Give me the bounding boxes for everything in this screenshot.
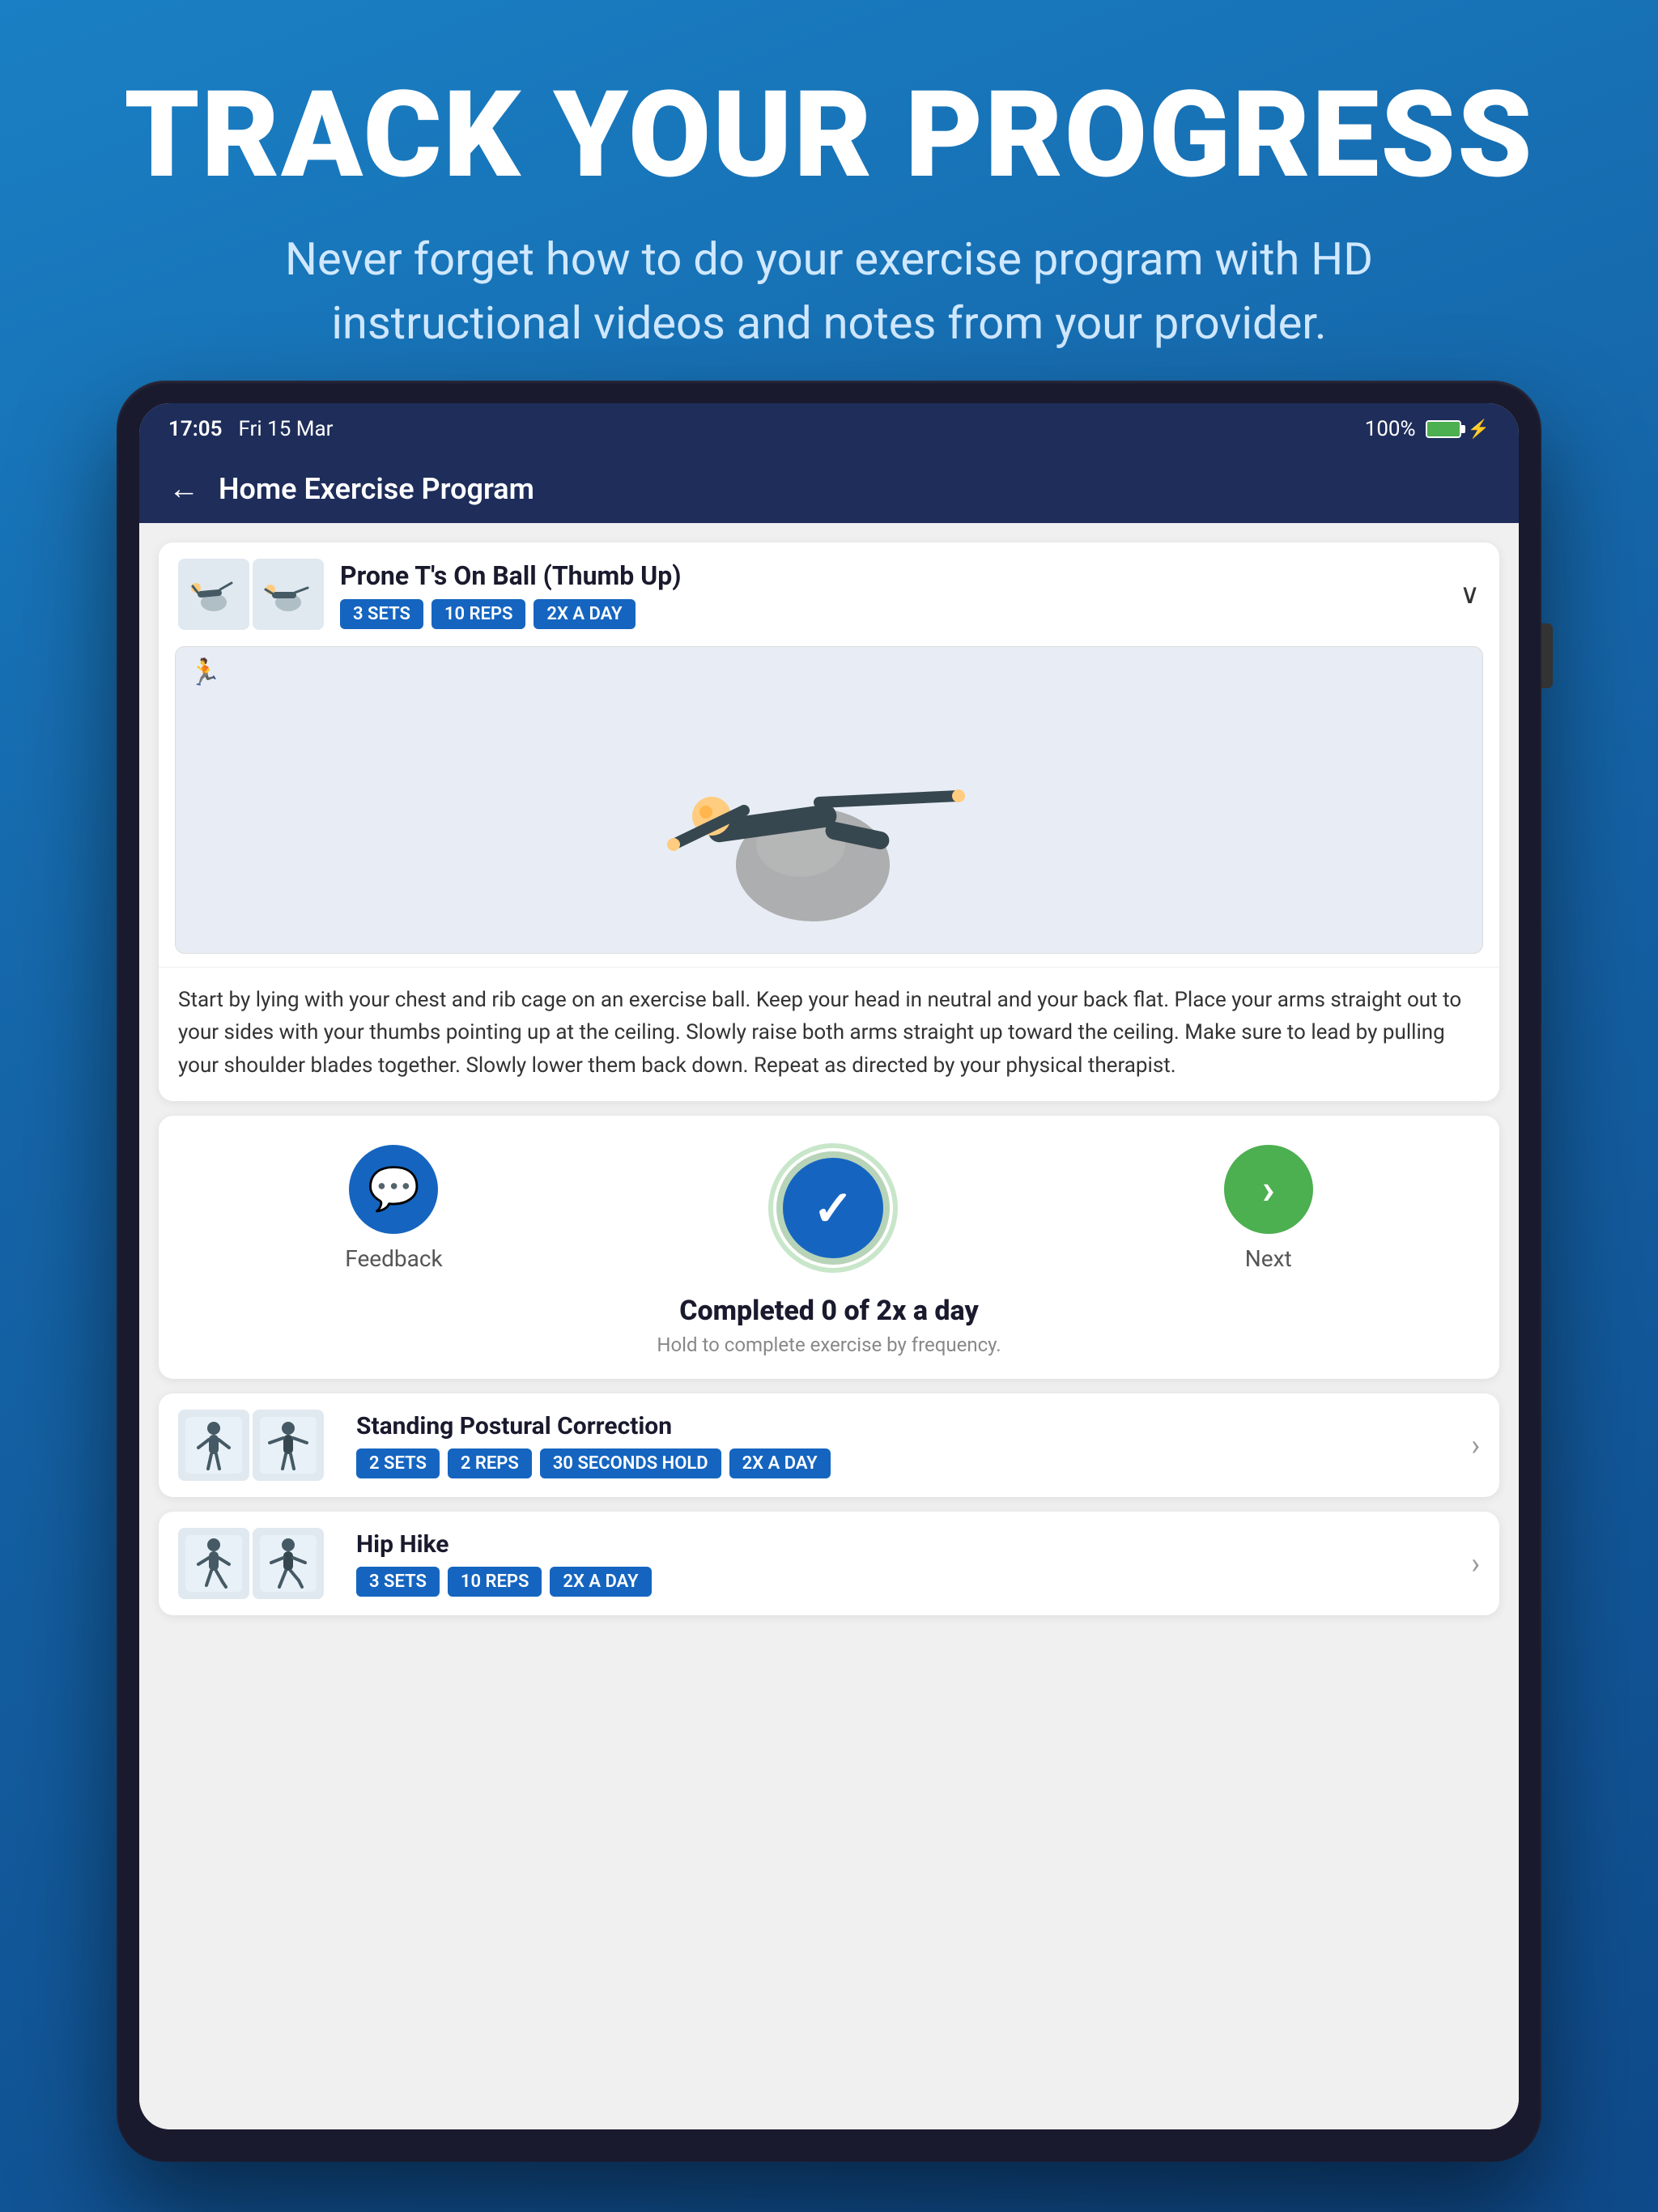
tag-sets-1: 2 SETS <box>356 1448 440 1478</box>
exercise-figure-1-icon <box>189 570 238 619</box>
checkmark-icon: ✓ <box>813 1180 853 1237</box>
action-row: 💬 Feedback ✓ <box>159 1116 1499 1379</box>
tag-frequency: 2X A DAY <box>534 599 635 629</box>
hip-hike-figure-2-icon <box>260 1535 317 1592</box>
list-thumb-2b <box>253 1528 324 1599</box>
list-item-thumbnails-1 <box>178 1410 324 1481</box>
next-button[interactable]: › Next <box>1224 1145 1313 1272</box>
list-thumb-1b <box>253 1410 324 1481</box>
exercise-description: Start by lying with your chest and rib c… <box>159 967 1499 1101</box>
next-icon-circle: › <box>1224 1145 1313 1234</box>
status-bar: 17:05 Fri 15 Mar 100% ⚡ <box>139 403 1519 455</box>
next-label: Next <box>1245 1245 1292 1272</box>
tag-freq-1: 2X A DAY <box>729 1448 831 1478</box>
status-date: Fri 15 Mar <box>239 417 334 441</box>
exercise-header[interactable]: Prone T's On Ball (Thumb Up) 3 SETS 10 R… <box>159 542 1499 646</box>
status-right: 100% ⚡ <box>1365 417 1490 441</box>
page-title: TRACK YOUR PROGRESS <box>0 73 1658 198</box>
tag-sets: 3 SETS <box>340 599 423 629</box>
tablet-screen: 17:05 Fri 15 Mar 100% ⚡ <box>139 403 1519 2129</box>
back-button[interactable]: ← <box>168 471 199 507</box>
feedback-button[interactable]: 💬 Feedback <box>345 1145 442 1272</box>
exercise-figure-2-icon <box>264 570 312 619</box>
standing-figure-1-icon <box>185 1417 242 1474</box>
battery-body <box>1426 420 1461 438</box>
tablet-shell: 17:05 Fri 15 Mar 100% ⚡ <box>117 381 1541 2162</box>
tag-sets-2: 3 SETS <box>356 1567 440 1597</box>
watermark-icon: 🏃 <box>189 657 221 687</box>
charging-icon: ⚡ <box>1468 419 1490 440</box>
list-item-chevron-1: › <box>1471 1428 1480 1462</box>
hip-hike-figure-1-icon <box>185 1535 242 1592</box>
list-item-info-2: Hip Hike 3 SETS 10 REPS 2X A DAY <box>356 1530 1471 1597</box>
list-item-name-1: Standing Postural Correction <box>356 1412 1471 1440</box>
chat-icon: 💬 <box>368 1164 420 1214</box>
exercise-name: Prone T's On Ball (Thumb Up) <box>340 560 1447 591</box>
list-item-tags-2: 3 SETS 10 REPS 2X A DAY <box>356 1567 1471 1597</box>
battery-tip <box>1461 425 1465 433</box>
battery-text: 100% <box>1365 417 1416 441</box>
list-thumb-2a <box>178 1528 249 1599</box>
exercise-list-item-2[interactable]: Hip Hike 3 SETS 10 REPS 2X A DAY › <box>159 1512 1499 1615</box>
exercise-animation <box>619 674 1039 925</box>
nav-bar: ← Home Exercise Program <box>139 455 1519 523</box>
tag-reps-2: 10 REPS <box>448 1567 542 1597</box>
feedback-label: Feedback <box>345 1245 442 1272</box>
exercise-thumb-1 <box>178 559 249 630</box>
list-item-chevron-2: › <box>1471 1546 1480 1580</box>
action-buttons: 💬 Feedback ✓ <box>178 1145 1480 1272</box>
chevron-down-icon: ∨ <box>1460 578 1480 610</box>
exercise-thumbnails <box>178 559 324 630</box>
list-item-name-2: Hip Hike <box>356 1530 1471 1559</box>
page-subtitle: Never forget how to do your exercise pro… <box>0 228 1658 355</box>
list-item-tags-1: 2 SETS 2 REPS 30 SECONDS HOLD 2X A DAY <box>356 1448 1471 1478</box>
exercise-info: Prone T's On Ball (Thumb Up) 3 SETS 10 R… <box>340 560 1447 629</box>
hold-text: Hold to complete exercise by frequency. <box>657 1334 1001 1356</box>
list-item-thumbnails-2 <box>178 1528 324 1599</box>
complete-circle: ✓ <box>776 1151 890 1265</box>
exercise-tags: 3 SETS 10 REPS 2X A DAY <box>340 599 1447 629</box>
exercise-thumb-2 <box>253 559 324 630</box>
tag-freq-2: 2X A DAY <box>550 1567 651 1597</box>
top-section: TRACK YOUR PROGRESS Never forget how to … <box>0 0 1658 403</box>
status-time: 17:05 <box>168 417 223 441</box>
list-thumb-1a <box>178 1410 249 1481</box>
feedback-icon-circle: 💬 <box>349 1145 438 1234</box>
exercise-list-item-1[interactable]: Standing Postural Correction 2 SETS 2 RE… <box>159 1393 1499 1497</box>
battery-fill <box>1427 422 1460 436</box>
exercise-video[interactable]: 🏃 <box>175 646 1483 954</box>
nav-title: Home Exercise Program <box>219 472 534 506</box>
tablet-container: 17:05 Fri 15 Mar 100% ⚡ <box>117 381 1541 2162</box>
tag-reps-1: 2 REPS <box>448 1448 532 1478</box>
arrow-right-icon: › <box>1262 1164 1275 1214</box>
tag-hold-1: 30 SECONDS HOLD <box>540 1448 721 1478</box>
completed-text: Completed 0 of 2x a day <box>679 1295 979 1327</box>
complete-button[interactable]: ✓ <box>776 1151 890 1265</box>
standing-figure-2-icon <box>260 1417 317 1474</box>
tag-reps: 10 REPS <box>432 599 526 629</box>
list-item-info-1: Standing Postural Correction 2 SETS 2 RE… <box>356 1412 1471 1478</box>
battery-icon: ⚡ <box>1426 419 1490 440</box>
content-area: Prone T's On Ball (Thumb Up) 3 SETS 10 R… <box>139 523 1519 2129</box>
current-exercise-card: Prone T's On Ball (Thumb Up) 3 SETS 10 R… <box>159 542 1499 1101</box>
